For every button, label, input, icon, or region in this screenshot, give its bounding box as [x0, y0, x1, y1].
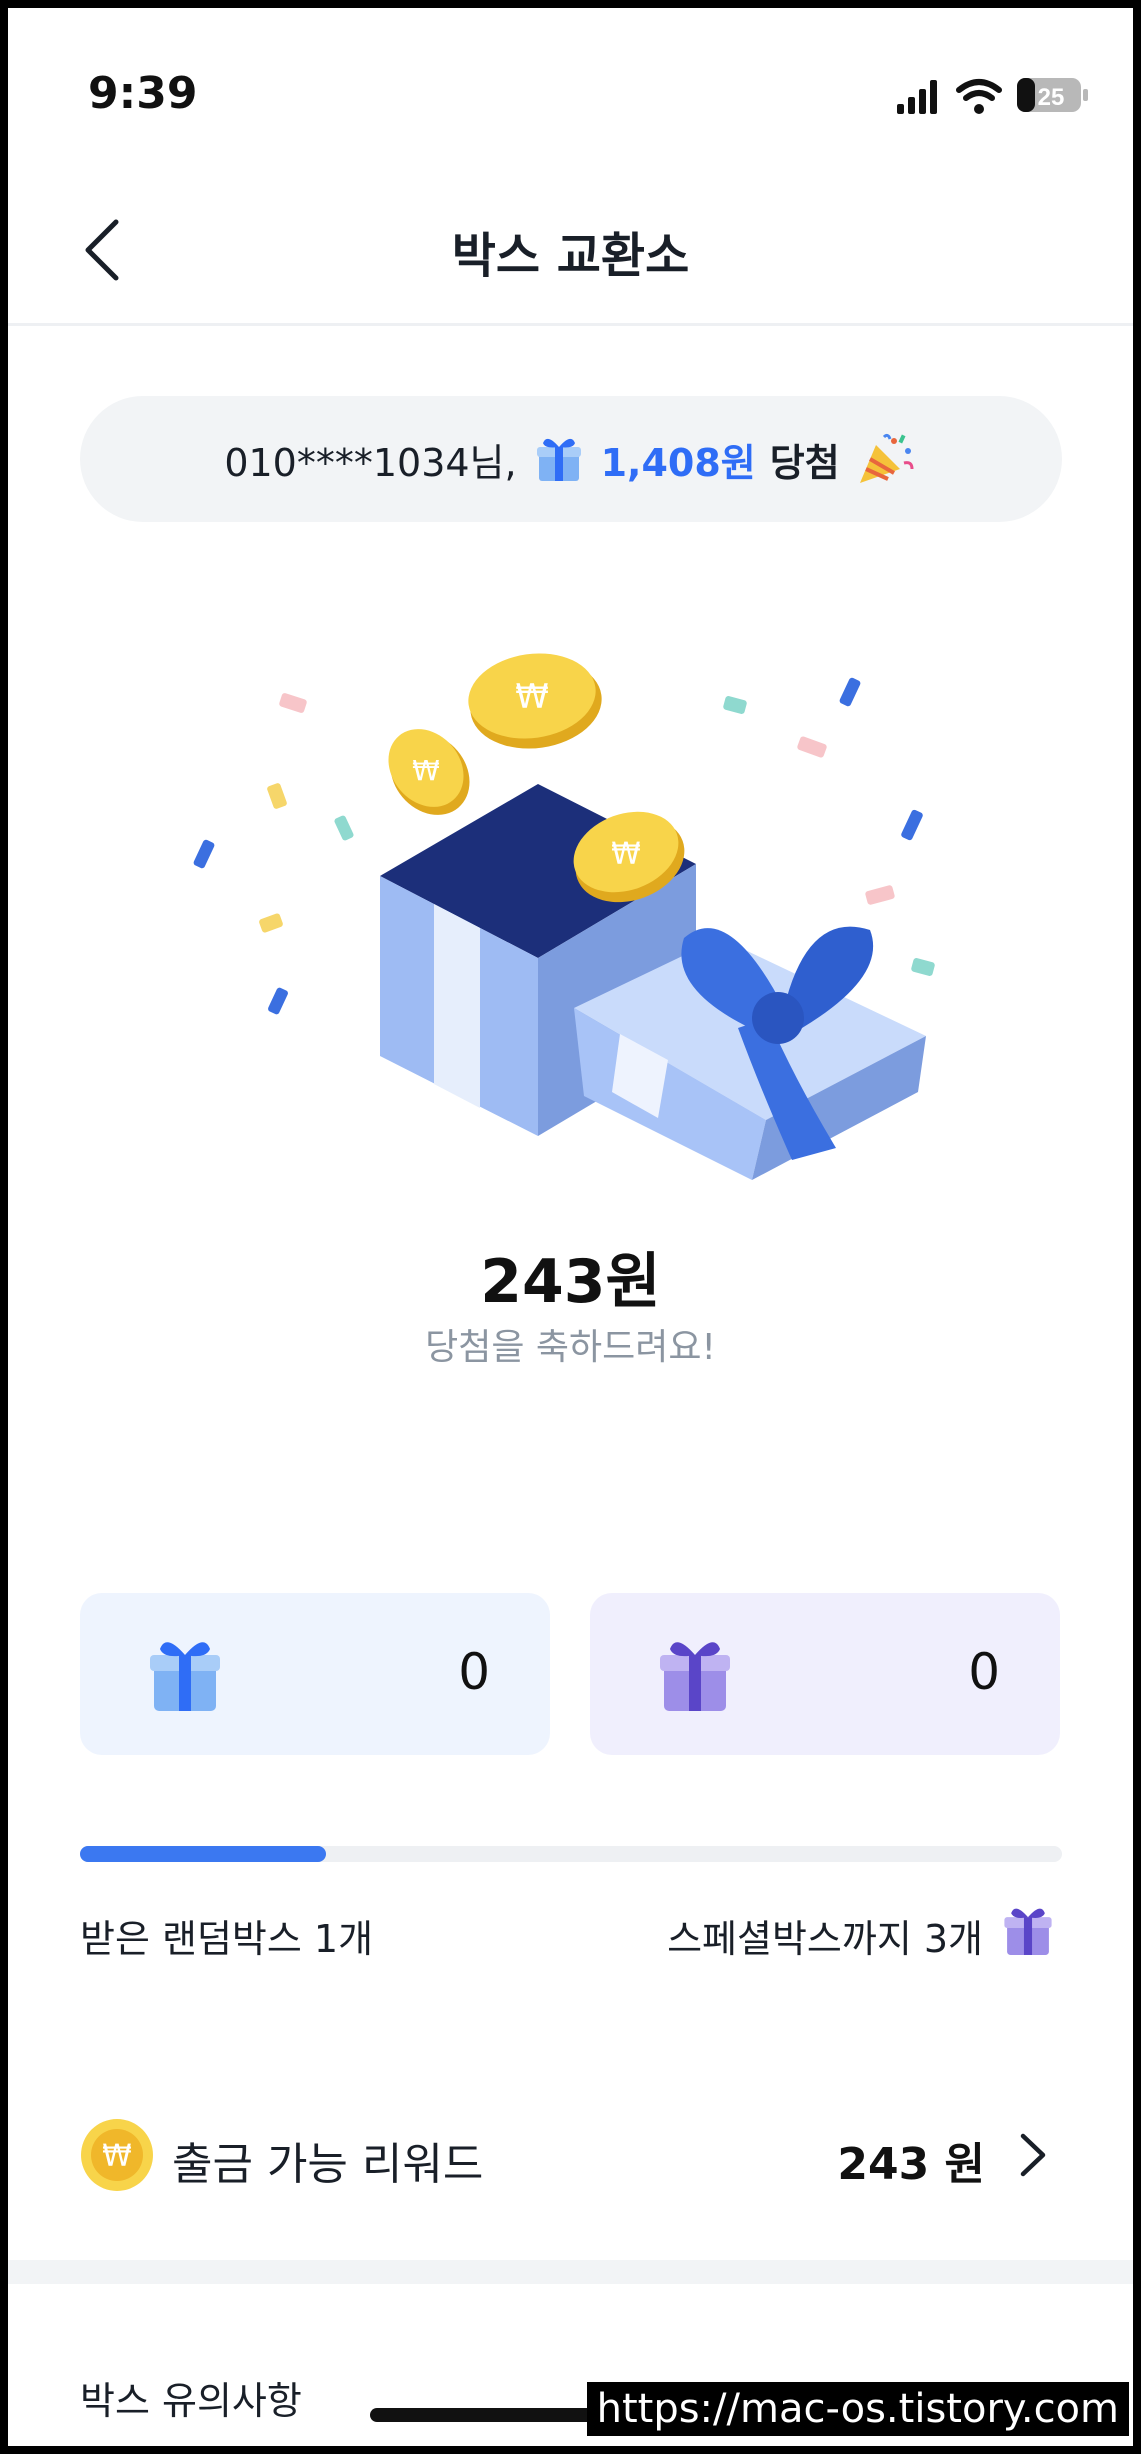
battery-level: 25	[1038, 84, 1065, 111]
coin-icon: ₩	[81, 2119, 153, 2191]
party-popper-icon	[859, 433, 914, 483]
won-symbol: ₩	[515, 677, 549, 717]
special-box-count: 0	[968, 1643, 1000, 1701]
withdrawable-reward-row[interactable]: ₩ 출금 가능 리워드 243 원	[8, 2108, 1133, 2218]
prize-amount: 243원	[480, 1247, 661, 1317]
winner-user: 010****1034님,	[224, 440, 517, 485]
signal-icon	[897, 80, 937, 114]
svg-text:₩: ₩	[412, 754, 440, 787]
winner-suffix: 당첨	[769, 440, 840, 485]
progress-bar	[80, 1846, 1062, 1862]
reward-value: 243 원	[837, 2139, 985, 2190]
wifi-icon	[956, 79, 1002, 114]
status-icons: 25	[897, 78, 1088, 114]
prize-message: 당첨을 축하드려요!	[425, 1327, 716, 1368]
winner-amount: 1,408원	[600, 440, 756, 485]
gift-box-icon	[536, 438, 581, 481]
section-divider	[8, 2260, 1133, 2284]
watermark: https://mac-os.tistory.com	[586, 2382, 1129, 2436]
progress-left-label: 받은 랜덤박스 1개	[80, 1917, 374, 1961]
battery-icon: 25	[1017, 78, 1088, 112]
hero-illustration: ₩ ₩ ₩	[193, 653, 935, 1180]
status-time: 9:39	[88, 68, 198, 119]
random-box-card[interactable]: 0	[80, 1593, 550, 1755]
notice-title[interactable]: 박스 유의사항	[80, 2370, 302, 2425]
svg-text:₩: ₩	[102, 2139, 132, 2174]
status-bar: 9:39 25	[8, 8, 1133, 178]
random-box-count: 0	[458, 1643, 490, 1701]
special-box-card[interactable]: 0	[590, 1593, 1060, 1755]
chevron-right-icon	[1020, 2133, 1046, 2177]
app-screen: 9:39 25 박스 교환소 010****1034님, 1,408원 당첨 ₩…	[8, 8, 1133, 2446]
svg-text:₩: ₩	[611, 837, 641, 872]
page-title: 박스 교환소	[451, 228, 690, 284]
nav-bar: 박스 교환소	[8, 178, 1133, 326]
reward-label: 출금 가능 리워드	[172, 2139, 484, 2190]
progress-right-label: 스페셜박스까지 3개	[667, 1917, 983, 1961]
progress-fill	[80, 1846, 326, 1862]
random-gift-icon	[150, 1642, 220, 1711]
special-gift-small-icon	[1004, 1908, 1052, 1955]
winner-banner: 010****1034님, 1,408원 당첨	[80, 396, 1062, 522]
special-gift-icon	[660, 1642, 730, 1711]
